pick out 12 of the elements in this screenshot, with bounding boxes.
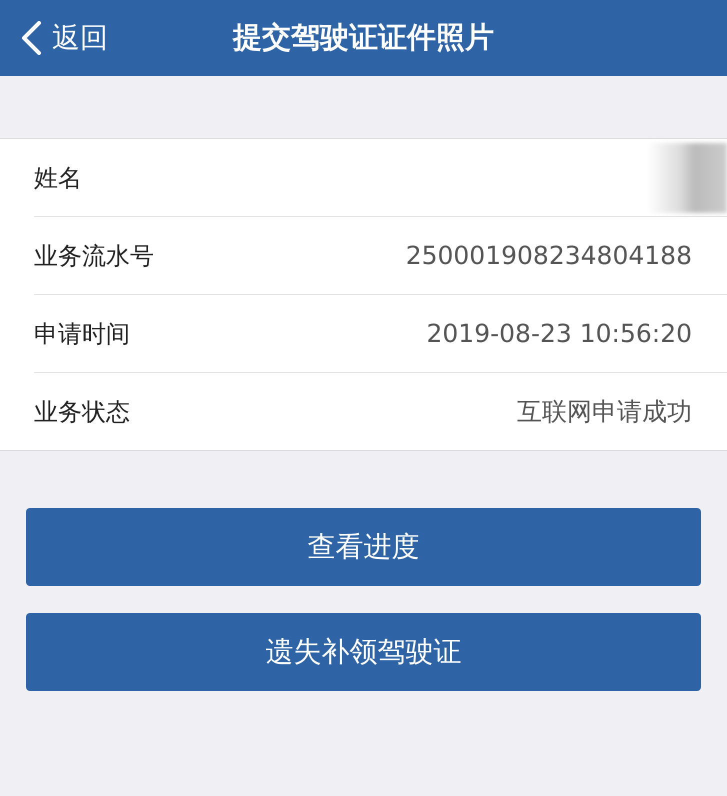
action-button[interactable]: 查看进度 — [26, 508, 701, 586]
page-title: 提交驾驶证证件照片 — [233, 20, 494, 54]
field-value: 互联网申请成功 — [517, 396, 692, 428]
field-value: 2019-08-23 10:56:20 — [426, 319, 692, 348]
field-label: 业务状态 — [34, 396, 130, 428]
action-button[interactable]: 遗失补领驾驶证 — [26, 613, 701, 691]
field-label: 姓名 — [34, 162, 82, 194]
back-chevron-icon — [20, 21, 42, 55]
field-label: 业务流水号 — [34, 240, 154, 272]
back-button[interactable]: 返回 — [0, 19, 108, 57]
field-value: 250001908234804188 — [406, 241, 692, 270]
field-label: 申请时间 — [34, 318, 130, 350]
